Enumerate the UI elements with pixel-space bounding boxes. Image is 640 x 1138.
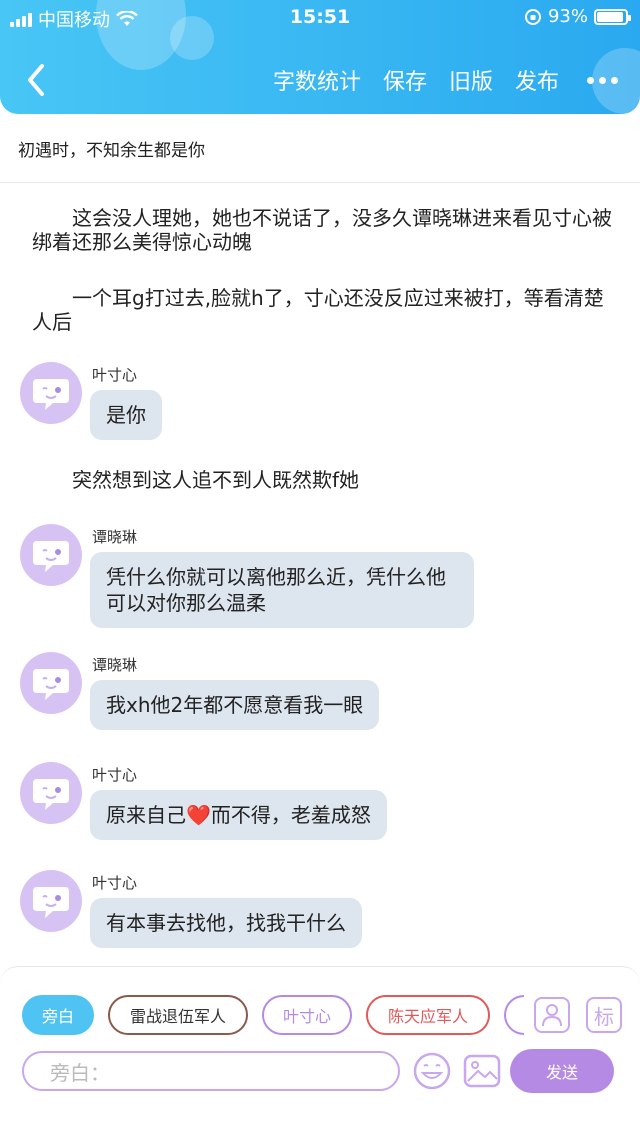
battery-percent: 93% <box>547 6 588 27</box>
word-count-button[interactable]: 字数统计 <box>273 64 361 96</box>
status-bar: 中国移动 15:51 93% <box>0 0 640 34</box>
message-input[interactable]: 旁白： <box>22 1051 400 1091</box>
role-chip-chentianying[interactable]: 陈天应军人 <box>366 995 490 1035</box>
message-bubble[interactable]: 是你 <box>90 390 162 440</box>
nav-bar: 字数统计 保存 旧版 发布 <box>0 56 640 104</box>
heart-emoji-icon: ❤️ <box>186 803 211 827</box>
role-chip-partial[interactable] <box>504 995 524 1035</box>
role-chip-leizhan[interactable]: 雷战退伍军人 <box>108 995 248 1035</box>
emoji-icon[interactable] <box>412 1051 452 1091</box>
divider <box>0 182 640 183</box>
role-chip-yecunxin[interactable]: 叶寸心 <box>262 995 352 1035</box>
narration-text[interactable]: 一个耳g打过去,脸就h了，寸心还没反应过来被打，等看清楚人后 <box>32 286 612 334</box>
message-bubble[interactable]: 凭什么你就可以离他那么近，凭什么他可以对你那么温柔 <box>90 552 474 628</box>
speaker-name: 叶寸心 <box>92 366 138 384</box>
avatar <box>20 762 82 824</box>
avatar <box>20 652 82 714</box>
chat-bubble-face-icon <box>33 541 69 572</box>
chat-bubble-face-icon <box>33 669 69 700</box>
send-button[interactable]: 发送 <box>510 1049 614 1093</box>
avatar <box>20 524 82 586</box>
chapter-title[interactable]: 初遇时，不知余生都是你 <box>18 136 205 161</box>
orientation-lock-icon <box>524 8 541 25</box>
message-bubble[interactable]: 有本事去找他，找我干什么 <box>90 898 362 948</box>
message-text: 原来自己 <box>106 803 186 827</box>
speaker-name: 谭晓琳 <box>92 528 138 546</box>
speaker-name: 叶寸心 <box>92 766 138 784</box>
chat-bubble-face-icon <box>33 887 69 918</box>
chat-bubble-face-icon <box>33 779 69 810</box>
chat-bubble-face-icon <box>33 379 69 410</box>
message-bubble[interactable]: 我xh他2年都不愿意看我一眼 <box>90 680 380 730</box>
image-icon[interactable] <box>462 1051 502 1091</box>
speaker-name: 谭晓琳 <box>92 656 138 674</box>
back-chevron-icon[interactable] <box>22 62 52 98</box>
message-bubble[interactable]: 原来自己❤️而不得，老羞成怒 <box>90 790 387 840</box>
role-chip-narrator[interactable]: 旁白 <box>22 995 94 1035</box>
add-role-button[interactable] <box>534 997 570 1033</box>
tag-button[interactable]: 标 <box>586 997 622 1033</box>
narration-text[interactable]: 这会没人理她，她也不说话了，没多久谭晓琳进来看见寸心被绑着还那么美得惊心动魄 <box>32 206 612 254</box>
header-bar: 中国移动 15:51 93% 字数统计 保存 旧版 发布 <box>0 0 640 114</box>
avatar <box>20 362 82 424</box>
person-icon <box>542 1004 562 1027</box>
message-text: 而不得，老羞成怒 <box>210 803 371 827</box>
old-version-button[interactable]: 旧版 <box>449 64 493 96</box>
save-button[interactable]: 保存 <box>383 64 427 96</box>
narration-text[interactable]: 突然想到这人追不到人既然欺f她 <box>32 468 612 492</box>
more-icon[interactable] <box>587 76 618 84</box>
battery-icon <box>594 8 631 25</box>
publish-button[interactable]: 发布 <box>515 64 559 96</box>
composer-panel: 旁白 雷战退伍军人 叶寸心 陈天应军人 标 旁白： 发送 <box>0 966 640 1138</box>
avatar <box>20 870 82 932</box>
speaker-name: 叶寸心 <box>92 874 138 892</box>
